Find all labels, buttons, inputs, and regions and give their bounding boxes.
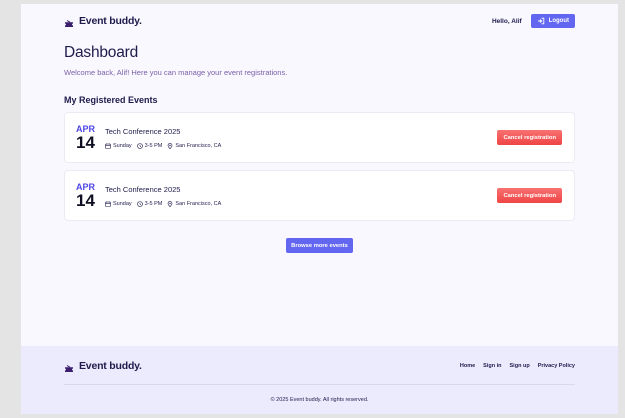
event-card: APR 14 Tech Conference 2025 Sunday 3-5 P…	[64, 170, 575, 221]
event-month: APR	[76, 181, 96, 192]
user-greeting: Hello, Alif	[491, 17, 522, 25]
event-list: APR 14 Tech Conference 2025 Sunday 3-5 P…	[64, 112, 575, 221]
event-date: APR 14	[76, 124, 103, 152]
event-title: Tech Conference 2025	[105, 184, 181, 194]
footer-brand-name: Event buddy.	[79, 360, 142, 372]
browse-wrap: Browse more events	[64, 238, 575, 253]
page-title: Dashboard	[64, 44, 139, 61]
footer-link-sign-up[interactable]: Sign up	[510, 363, 530, 369]
calendar-icon	[105, 142, 111, 149]
event-date: APR 14	[76, 182, 103, 210]
nav-right: Hello, Alif Logout	[492, 14, 575, 28]
brand-logo[interactable]: Event buddy.	[64, 15, 142, 27]
event-time-label: 3-5 PM	[144, 200, 163, 207]
event-weekday: Sunday	[105, 201, 132, 207]
event-month: APR	[76, 123, 96, 134]
event-location-label: San Francisco, CA	[175, 142, 222, 149]
clock-icon	[136, 200, 143, 207]
event-day: 14	[76, 132, 95, 152]
event-info: Tech Conference 2025 Sunday 3-5 PM San F…	[103, 185, 497, 207]
event-meta: Sunday 3-5 PM San Francisco, CA	[105, 143, 497, 149]
event-card: APR 14 Tech Conference 2025 Sunday 3-5 P…	[64, 112, 575, 163]
event-meta: Sunday 3-5 PM San Francisco, CA	[105, 201, 497, 207]
logout-label: Logout	[548, 18, 569, 24]
footer-divider	[64, 384, 575, 385]
event-time: 3-5 PM	[136, 200, 163, 207]
event-time-label: 3-5 PM	[144, 142, 163, 149]
page: Event buddy. Hello, Alif Logout Dashboar…	[21, 4, 618, 414]
map-pin-icon	[167, 142, 173, 149]
logout-icon	[537, 17, 545, 25]
event-location: San Francisco, CA	[167, 201, 221, 207]
event-location: San Francisco, CA	[167, 143, 221, 149]
event-weekday: Sunday	[105, 143, 132, 149]
event-title: Tech Conference 2025	[105, 126, 181, 136]
footer-brand-logo[interactable]: Event buddy.	[64, 360, 142, 372]
event-time: 3-5 PM	[136, 142, 163, 149]
brand-name: Event buddy.	[79, 15, 142, 27]
ticket-icon	[64, 361, 74, 372]
footer-link-sign-in[interactable]: Sign in	[483, 363, 501, 369]
navbar: Event buddy. Hello, Alif Logout	[64, 8, 575, 34]
logout-button[interactable]: Logout	[530, 14, 575, 28]
main-content: Event buddy. Hello, Alif Logout Dashboar…	[21, 4, 618, 346]
footer-nav: Home Sign in Sign up Privacy Policy	[460, 363, 575, 369]
calendar-icon	[105, 200, 111, 207]
event-weekday-label: Sunday	[113, 142, 132, 149]
welcome-message: Welcome back, Alif! Here you can manage …	[64, 68, 288, 77]
footer-top: Event buddy. Home Sign in Sign up Privac…	[64, 349, 575, 383]
browse-more-events-button[interactable]: Browse more events	[286, 238, 353, 253]
section-title: My Registered Events	[64, 95, 158, 105]
event-location-label: San Francisco, CA	[175, 200, 222, 207]
map-pin-icon	[167, 200, 173, 207]
cancel-registration-button[interactable]: Cancel registration	[497, 130, 562, 145]
ticket-icon	[64, 16, 74, 27]
event-day: 14	[76, 190, 95, 210]
footer-link-home[interactable]: Home	[460, 363, 475, 369]
footer: Event buddy. Home Sign in Sign up Privac…	[21, 346, 618, 414]
cancel-registration-button[interactable]: Cancel registration	[497, 188, 562, 203]
clock-icon	[136, 142, 143, 149]
event-weekday-label: Sunday	[113, 200, 132, 207]
event-info: Tech Conference 2025 Sunday 3-5 PM San F…	[103, 127, 497, 149]
footer-link-privacy-policy[interactable]: Privacy Policy	[538, 363, 575, 369]
copyright: © 2025 Event buddy. All rights reserved.	[270, 397, 369, 403]
